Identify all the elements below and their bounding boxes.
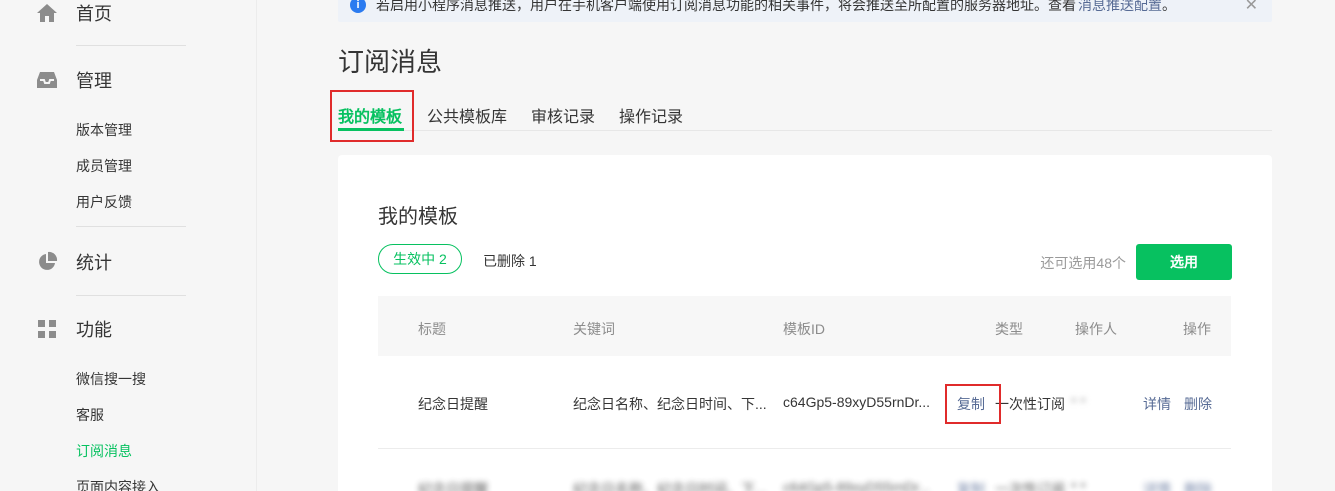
header-operator: 操作人 (1075, 321, 1117, 337)
card-title: 我的模板 (378, 206, 458, 228)
divider (76, 295, 186, 296)
banner-suffix: 。 (1162, 0, 1176, 13)
header-template-id: 模板ID (783, 321, 825, 337)
sidebar-item-feedback[interactable]: 用户反馈 (76, 192, 132, 212)
home-icon (36, 2, 58, 24)
copy-button[interactable]: 复制 (957, 479, 985, 491)
select-template-button[interactable]: 选用 (1136, 244, 1232, 280)
tab-review-records[interactable]: 审核记录 (531, 103, 595, 127)
cell-template-id: c64Gp5-89xyD55rnDr... (783, 479, 931, 491)
banner-link[interactable]: 消息推送配置 (1078, 0, 1162, 15)
sidebar-item-stats[interactable]: 统计 (36, 249, 186, 275)
delete-link[interactable]: 删除 (1184, 394, 1212, 414)
sidebar-item-search[interactable]: 微信搜一搜 (76, 369, 146, 389)
templates-table: 标题 关键词 模板ID 类型 操作人 操作 纪念日提醒 纪念日名称、纪念日时间、… (378, 296, 1231, 491)
sidebar-item-label: 首页 (76, 4, 112, 24)
sidebar-item-subscribe-message[interactable]: 订阅消息 (76, 441, 132, 461)
sidebar-item-label: 管理 (76, 71, 112, 91)
header-title: 标题 (418, 321, 446, 337)
delete-link[interactable]: 删除 (1184, 479, 1212, 491)
templates-card: 我的模板 生效中 2 已删除 1 还可选用48个 选用 标题 关键词 模板ID … (338, 155, 1272, 491)
pie-chart-icon (36, 251, 58, 273)
cell-type: 一次性订阅 (995, 396, 1065, 412)
main-content: i 若启用小程序消息推送，用户在手机客户端使用订阅消息功能的相关事件，将会推送至… (257, 0, 1335, 491)
filter-deleted[interactable]: 已删除 1 (483, 251, 537, 271)
header-keywords: 关键词 (573, 321, 615, 337)
cell-operator: * * (1071, 479, 1086, 491)
header-actions: 操作 (1183, 321, 1211, 337)
detail-link[interactable]: 详情 (1143, 394, 1171, 414)
sidebar-item-manage[interactable]: 管理 (36, 67, 186, 93)
sidebar-item-service[interactable]: 客服 (76, 405, 104, 425)
highlight-box (945, 384, 1001, 424)
info-banner: i 若启用小程序消息推送，用户在手机客户端使用订阅消息功能的相关事件，将会推送至… (338, 0, 1272, 22)
tab-public-templates[interactable]: 公共模板库 (427, 103, 507, 127)
detail-link[interactable]: 详情 (1143, 479, 1171, 491)
tab-operation-records[interactable]: 操作记录 (619, 103, 683, 127)
cell-type: 一次性订阅 (995, 481, 1065, 491)
sidebar-item-home[interactable]: 首页 (36, 0, 186, 26)
divider (76, 45, 186, 46)
table-header: 标题 关键词 模板ID 类型 操作人 操作 (378, 296, 1231, 356)
close-icon[interactable]: ✕ (1245, 0, 1258, 15)
sidebar-item-members[interactable]: 成员管理 (76, 156, 132, 176)
divider (76, 226, 186, 227)
table-row: 纪念日提醒 纪念日名称、纪念日时间、下... c64Gp5-89xyD55rnD… (378, 449, 1231, 491)
page-title: 订阅消息 (338, 47, 443, 77)
tab-bar: 我的模板 公共模板库 审核记录 操作记录 (338, 90, 1272, 131)
cell-template-id: c64Gp5-89xyD55rnDr... (783, 394, 931, 410)
cell-keywords: 纪念日名称、纪念日时间、下... (573, 481, 767, 491)
sidebar-item-label: 统计 (76, 253, 112, 273)
sidebar-item-page-content[interactable]: 页面内容接入 (76, 477, 160, 491)
cell-keywords: 纪念日名称、纪念日时间、下... (573, 396, 767, 412)
table-row: 纪念日提醒 纪念日名称、纪念日时间、下... c64Gp5-89xyD55rnD… (378, 356, 1231, 449)
cell-title: 纪念日提醒 (418, 481, 488, 491)
grid-icon (36, 318, 58, 340)
highlight-box (330, 90, 414, 142)
sidebar-item-version[interactable]: 版本管理 (76, 120, 132, 140)
sidebar: 首页 管理 版本管理 成员管理 用户反馈 统计 功能 微信搜一搜 客服 订阅消息… (0, 0, 257, 491)
remaining-count: 还可选用48个 (1040, 255, 1126, 271)
sidebar-item-label: 功能 (76, 320, 112, 340)
cell-title: 纪念日提醒 (418, 396, 488, 412)
header-type: 类型 (995, 321, 1023, 337)
info-icon: i (350, 0, 366, 13)
banner-text: 若启用小程序消息推送，用户在手机客户端使用订阅消息功能的相关事件，将会推送至所配… (376, 0, 1076, 13)
sidebar-item-features[interactable]: 功能 (36, 316, 186, 342)
filter-active[interactable]: 生效中 2 (378, 244, 462, 274)
cell-operator: * * (1071, 394, 1086, 410)
inbox-icon (36, 69, 58, 91)
